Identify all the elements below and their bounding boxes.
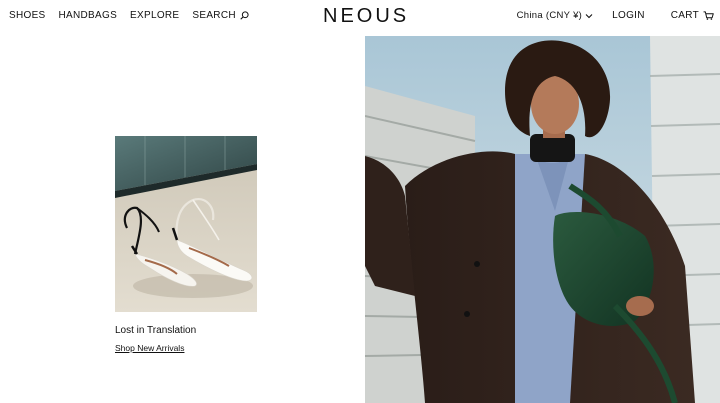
search-label: SEARCH	[192, 10, 236, 21]
hero-photo	[365, 36, 720, 403]
chevron-down-icon	[585, 13, 593, 18]
search-icon	[240, 11, 249, 20]
feature-title: Lost in Translation	[115, 325, 197, 336]
utility-nav: China (CNY ¥) LOGIN CART	[517, 10, 714, 21]
feature-image-shoes[interactable]	[115, 136, 257, 312]
currency-label: China (CNY ¥)	[516, 10, 583, 21]
nav-handbags-link[interactable]: HANDBAGS	[59, 10, 118, 21]
cart-label: CART	[670, 10, 699, 21]
cart-icon	[703, 11, 714, 20]
hero-image[interactable]	[365, 36, 720, 403]
shoes-photo	[115, 136, 257, 312]
cart-button[interactable]: CART	[671, 10, 714, 21]
nav-shoes-link[interactable]: SHOES	[9, 10, 46, 21]
nav-explore-link[interactable]: EXPLORE	[130, 10, 179, 21]
brand-logo[interactable]: NEOUS	[323, 5, 409, 28]
search-button[interactable]: SEARCH	[192, 10, 249, 21]
main-nav: SHOES HANDBAGS EXPLORE SEARCH	[9, 10, 262, 21]
shop-new-arrivals-link[interactable]: Shop New Arrivals	[115, 343, 184, 353]
site-header: SHOES HANDBAGS EXPLORE SEARCH NEOUS Chin…	[0, 0, 720, 36]
currency-selector[interactable]: China (CNY ¥)	[517, 10, 594, 21]
login-link[interactable]: LOGIN	[612, 10, 645, 21]
